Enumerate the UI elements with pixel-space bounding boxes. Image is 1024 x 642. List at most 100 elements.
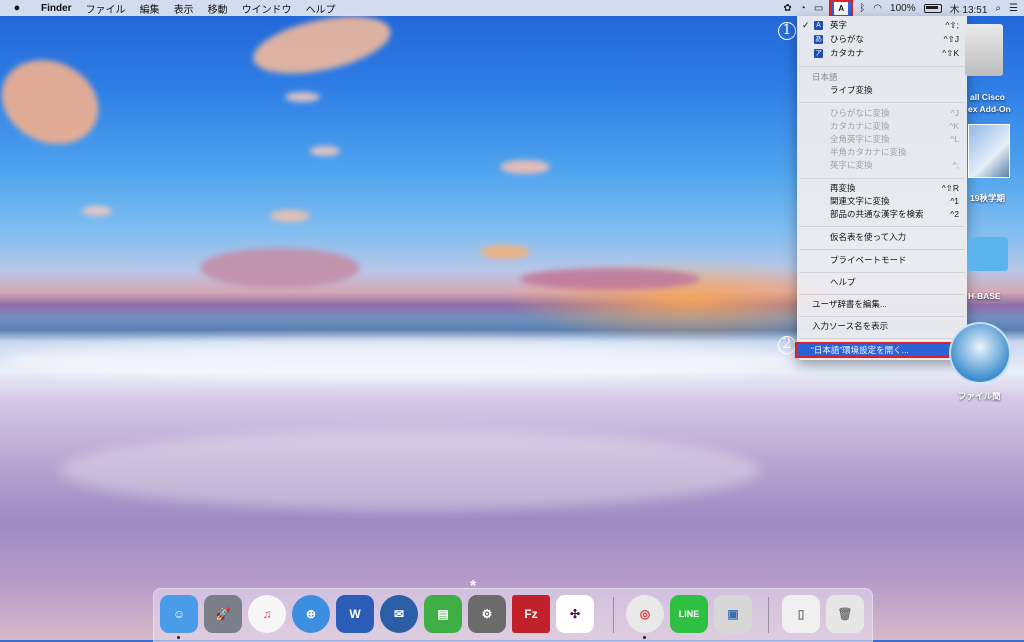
source-label: ひらがな <box>830 34 865 44</box>
item-shortcut: ^; <box>952 160 959 170</box>
download-icon: ▯ <box>797 607 805 621</box>
filezilla-glyph: Fz <box>524 607 538 621</box>
line-dock-icon[interactable]: LINE <box>670 595 708 633</box>
launchpad-dock-icon[interactable]: 🚀 <box>204 595 242 633</box>
desktop-item-label[interactable]: 19秋学期 <box>970 192 1005 204</box>
finder-glyph: ☺ <box>172 607 186 621</box>
app-round-icon[interactable] <box>949 322 1011 384</box>
bluetooth-icon[interactable]: ᛒ <box>859 3 865 14</box>
step-2-marker: 2 <box>778 336 796 354</box>
battery-icon[interactable] <box>923 3 942 13</box>
menu-bar: ● Finder ファイル 編集 表示 移動 ウインドウ ヘルプ ✿ ◔ ▭ A… <box>0 0 1024 18</box>
source-badge-icon: A <box>814 21 823 30</box>
system-preferences-dock-icon[interactable]: ⚙ <box>468 595 506 633</box>
chrome-dock-icon[interactable]: ◎ <box>626 595 664 639</box>
checkmark-icon: ✓ <box>802 20 810 30</box>
reconvert-item[interactable]: 再変換 ^⇧R <box>797 182 967 195</box>
disk-drive-icon[interactable] <box>965 24 1003 76</box>
menu-window[interactable]: ウインドウ <box>235 1 299 16</box>
item-label: 英字に変換 <box>830 160 873 170</box>
source-shortcut: ^⇧K <box>942 48 959 58</box>
slack-dock-icon[interactable]: ✣ <box>556 595 594 633</box>
wave-foam <box>0 340 800 380</box>
source-label: カタカナ <box>830 48 865 58</box>
desktop-item-label[interactable]: ファイル簡 <box>958 390 1001 402</box>
thunderbird-glyph: ✉ <box>393 607 405 621</box>
source-english[interactable]: ✓ A 英字 ^⇧; <box>797 19 967 32</box>
safari-glyph: ⊕ <box>305 607 317 621</box>
thunderbird-dock-icon[interactable]: ✉ <box>380 595 418 633</box>
edit-user-dictionary-item[interactable]: ユーザ辞書を編集... <box>797 298 967 311</box>
source-shortcut: ^⇧J <box>943 34 959 44</box>
menu-edit[interactable]: 編集 <box>133 1 167 16</box>
folder-icon[interactable] <box>968 237 1008 271</box>
open-japanese-preferences-item[interactable]: “日本語”環境設定を開く... <box>795 342 970 358</box>
live-convert-item[interactable]: ライブ変換 <box>797 84 967 97</box>
item-label: ユーザ辞書を編集... <box>812 299 887 309</box>
cloud <box>480 245 530 259</box>
chrome-glyph: ◎ <box>639 607 651 621</box>
downloads-dock-icon[interactable]: ▯ <box>782 595 820 633</box>
desktop-item-label[interactable]: all Cisco <box>970 92 1005 102</box>
word-dock-icon[interactable]: W <box>336 595 374 633</box>
item-label: 部品の共通な漢字を検索 <box>830 209 924 219</box>
related-chars-item[interactable]: 関連文字に変換 ^1 <box>797 195 967 208</box>
source-katakana[interactable]: ア カタカナ ^⇧K <box>797 47 967 60</box>
input-menu-button[interactable]: A <box>829 0 854 18</box>
item-shortcut: ^L <box>950 134 959 144</box>
cloud <box>200 248 360 288</box>
evernote-dock-icon[interactable]: ▤ <box>424 595 462 633</box>
convert-halfwidth-item: 半角カタカナに変換 <box>797 146 967 159</box>
dock-separator <box>613 597 614 633</box>
source-shortcut: ^⇧; <box>945 20 959 30</box>
cloud <box>82 206 112 216</box>
photo-file-icon[interactable] <box>968 124 1010 178</box>
item-label: 全角英字に変換 <box>830 134 890 144</box>
trash-icon: 🗑 <box>837 607 853 621</box>
spotlight-icon[interactable]: ⌕ <box>995 3 1001 14</box>
battery-percent[interactable]: 100% <box>890 3 916 14</box>
trash-dock-icon[interactable]: 🗑 <box>826 595 864 633</box>
display-icon[interactable]: ▭ <box>814 3 823 14</box>
menu-app-finder[interactable]: Finder <box>34 3 79 14</box>
convert-fullwidth-item: 全角英字に変換 ^L <box>797 133 967 146</box>
desktop-item-label[interactable]: ex Add-On <box>968 104 1011 114</box>
menu-separator <box>799 178 965 179</box>
safari-dock-icon[interactable]: ⊕ <box>292 595 330 633</box>
apple-menu-icon[interactable]: ● <box>0 2 34 14</box>
cc-sync-icon[interactable]: ◔ <box>800 3 806 14</box>
desktop-item-label[interactable]: H-BASE <box>968 291 1001 301</box>
creative-cloud-icon[interactable]: ✿ <box>783 3 791 14</box>
filezilla-dock-icon[interactable]: Fz <box>512 595 550 633</box>
item-label: 再変換 <box>830 183 856 193</box>
finder-dock-icon[interactable]: ☺ <box>160 595 198 639</box>
menu-file[interactable]: ファイル <box>79 1 133 16</box>
menu-go[interactable]: 移動 <box>201 1 235 16</box>
item-shortcut: ^⇧R <box>941 183 959 193</box>
item-label: 関連文字に変換 <box>830 196 890 206</box>
launchpad-glyph: 🚀 <box>215 607 231 621</box>
item-label: プライベートモード <box>830 255 907 265</box>
itunes-dock-icon[interactable]: ♫ <box>248 595 286 633</box>
source-hiragana[interactable]: あ ひらがな ^⇧J <box>797 33 967 46</box>
help-item[interactable]: ヘルプ <box>797 276 967 289</box>
menu-help[interactable]: ヘルプ <box>299 1 343 16</box>
cloud <box>248 5 396 85</box>
source-label: 英字 <box>830 20 848 30</box>
menu-separator <box>799 316 965 317</box>
notification-center-icon[interactable]: ☰ <box>1009 3 1018 14</box>
clock[interactable]: 木 13:51 <box>950 1 988 16</box>
item-label: ひらがなに変換 <box>830 108 890 118</box>
convert-hiragana-item: ひらがなに変換 ^J <box>797 107 967 120</box>
preview-glyph: ▣ <box>727 607 739 621</box>
wifi-icon[interactable]: ◠ <box>873 3 882 14</box>
convert-english-item: 英字に変換 ^; <box>797 159 967 172</box>
input-source-icon: A <box>834 1 849 15</box>
menu-view[interactable]: 表示 <box>167 1 201 16</box>
kana-table-item[interactable]: 仮名表を使って入力 <box>797 231 967 244</box>
preview-dock-icon[interactable]: ▣ <box>714 595 752 633</box>
search-kanji-item[interactable]: 部品の共通な漢字を検索 ^2 <box>797 208 967 221</box>
show-source-name-item[interactable]: 入力ソース名を表示 <box>797 320 967 333</box>
private-mode-item[interactable]: プライベートモード <box>797 254 967 267</box>
input-menu-dropdown: ✓ A 英字 ^⇧; あ ひらがな ^⇧J ア カタカナ ^⇧K 日本語 ライブ… <box>795 16 970 360</box>
